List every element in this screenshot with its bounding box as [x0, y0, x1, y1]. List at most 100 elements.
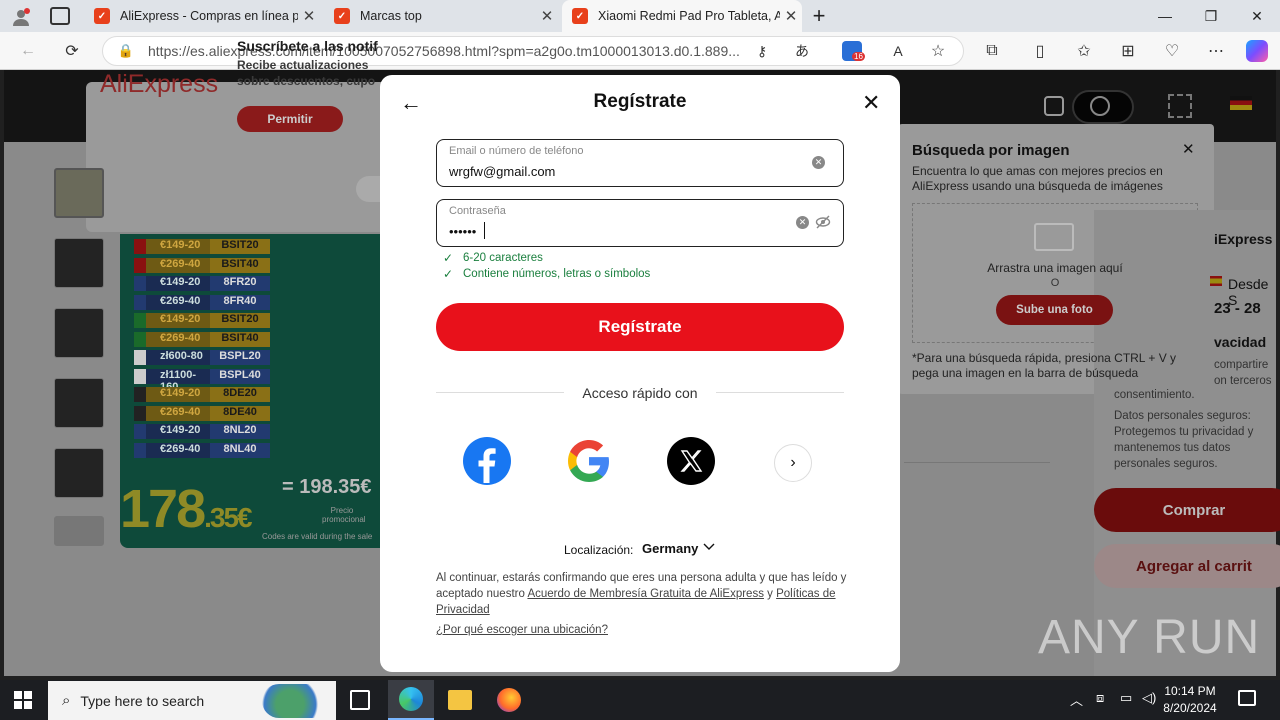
eye-hidden-icon[interactable]: [815, 214, 831, 230]
clock[interactable]: 10:14 PM 8/20/2024: [1150, 683, 1230, 717]
profile-icon[interactable]: [10, 6, 32, 28]
chevron-down-icon[interactable]: [702, 539, 716, 553]
file-explorer-icon[interactable]: [448, 690, 472, 710]
key-icon[interactable]: ⚷: [750, 40, 774, 62]
clear-email-icon[interactable]: ✕: [812, 156, 825, 169]
more-menu-icon[interactable]: ⋯: [1204, 40, 1228, 62]
promo-code-row: €149-20 8NL20: [134, 424, 270, 439]
split-screen-icon[interactable]: ▯: [1028, 40, 1052, 62]
google-login-icon[interactable]: [565, 437, 613, 485]
promo-amount: zł600-80: [146, 350, 210, 365]
promo-code-row: zł600-80 BSPL20: [134, 350, 270, 365]
text-cursor: [484, 222, 485, 239]
close-tab-icon[interactable]: ✕: [298, 7, 320, 25]
new-tab-button[interactable]: +: [808, 3, 830, 29]
close-tab-icon[interactable]: ✕: [780, 7, 802, 25]
search-icon: ⌕: [62, 692, 71, 709]
terms-text: Al continuar, estarás confirmando que er…: [436, 570, 848, 618]
news-widget-icon[interactable]: [262, 684, 332, 718]
tab-marcas-top[interactable]: ✓ Marcas top ✕: [324, 0, 558, 32]
privacy-text: compartire on terceros: [1214, 357, 1280, 389]
promo-code-row: €269-40 8NL40: [134, 442, 270, 458]
x-twitter-login-icon[interactable]: [667, 437, 715, 485]
collections-icon[interactable]: ⊞: [1116, 40, 1140, 62]
upload-photo-button[interactable]: Sube una foto: [996, 295, 1113, 325]
password-rule-chars: Contiene números, letras o símbolos: [463, 268, 651, 280]
gallery-thumb[interactable]: [54, 516, 104, 546]
system-tray-chevron-icon[interactable]: ︿: [1070, 690, 1083, 709]
gallery-thumb[interactable]: [54, 308, 104, 358]
promo-amount: €269-40: [146, 405, 210, 421]
aliexpress-logo: AliExpress: [100, 70, 219, 98]
membership-agreement-link[interactable]: Acuerdo de Membresía Gratuita de AliExpr…: [527, 588, 764, 600]
close-tab-icon[interactable]: ✕: [536, 7, 558, 25]
apps-grid-icon[interactable]: [1168, 94, 1192, 118]
favorite-star-icon[interactable]: ☆: [926, 40, 950, 62]
read-aloud-icon[interactable]: A: [886, 40, 910, 62]
windows-start-icon[interactable]: [14, 691, 32, 709]
gallery-thumb[interactable]: [54, 168, 104, 218]
promo-code-row: zł1100-160BSPL40: [134, 368, 270, 393]
minimize-icon[interactable]: —: [1142, 0, 1188, 32]
buy-now-button[interactable]: Comprar: [1094, 488, 1280, 532]
close-icon[interactable]: ✕: [862, 90, 880, 116]
modal-title: Regístrate: [593, 91, 687, 112]
tab-title: Marcas top: [360, 9, 422, 23]
promo-code: BSPL40: [210, 368, 270, 384]
tab-actions-icon[interactable]: [50, 7, 70, 25]
notifications-icon[interactable]: [1238, 690, 1256, 706]
email-label: Email o número de teléfono: [449, 145, 584, 157]
password-input[interactable]: ••••••: [449, 224, 476, 239]
subscribe-secondary-button[interactable]: [356, 176, 380, 202]
quick-access-label: Acceso rápido con: [582, 385, 698, 401]
edge-logo-icon: [399, 687, 423, 711]
firefox-icon[interactable]: [497, 688, 521, 712]
gallery-thumb[interactable]: [54, 238, 104, 288]
translate-icon[interactable]: あ: [790, 40, 814, 62]
clear-password-icon[interactable]: ✕: [796, 216, 809, 229]
header-flag-icon[interactable]: [1230, 96, 1252, 110]
performance-icon[interactable]: ♡: [1160, 40, 1184, 62]
edge-taskbar-icon[interactable]: [388, 680, 434, 720]
promo-amount: €149-20: [146, 424, 210, 439]
facebook-login-icon[interactable]: [463, 437, 511, 485]
store-name: iExpress: [1214, 231, 1273, 247]
promo-price-int: 178: [120, 479, 206, 539]
restore-icon[interactable]: ❐: [1188, 0, 1234, 32]
subscribe-title: Suscríbete a las notif: [237, 38, 378, 54]
clock-time: 10:14 PM: [1164, 684, 1216, 698]
add-to-cart-button[interactable]: Agregar al carrit: [1094, 544, 1280, 588]
why-location-link[interactable]: ¿Por qué escoger una ubicación?: [436, 624, 608, 636]
image-placeholder-icon: [1034, 223, 1074, 251]
secure-data-text: Datos personales seguros: Protegemos tu …: [1114, 410, 1254, 470]
location-select[interactable]: Germany: [642, 541, 698, 556]
network-icon[interactable]: ▭: [1120, 690, 1132, 706]
camera-search-icon[interactable]: [1044, 96, 1064, 116]
favorites-icon[interactable]: ✩: [1072, 40, 1096, 62]
promo-code-row: €149-20 8FR20: [134, 276, 270, 291]
allow-notifications-button[interactable]: Permitir: [237, 106, 343, 132]
refresh-icon[interactable]: ⟳: [60, 40, 84, 62]
copilot-icon[interactable]: [1246, 40, 1268, 62]
country-flag-icon: [134, 257, 146, 273]
promo-code: BSIT40: [210, 331, 270, 347]
gallery-thumb[interactable]: [54, 448, 104, 498]
country-flag-icon: [134, 387, 146, 402]
task-view-icon[interactable]: [350, 690, 370, 710]
tab-aliexpress-home[interactable]: ✓ AliExpress - Compras en línea pa ✕: [84, 0, 320, 32]
tray-device-icon[interactable]: ⧈: [1096, 690, 1104, 706]
tab-xiaomi-redmi[interactable]: ✓ Xiaomi Redmi Pad Pro Tableta, A ✕: [562, 0, 802, 32]
image-search-title: Búsqueda por imagen: [912, 142, 1070, 159]
more-options-chevron-icon[interactable]: ›: [774, 444, 812, 482]
image-search-close-icon[interactable]: ✕: [1182, 140, 1195, 158]
email-input[interactable]: wrgfw@gmail.com: [449, 164, 555, 179]
image-search-note: *Para una búsqueda rápida, presiona CTRL…: [912, 351, 1177, 380]
close-window-icon[interactable]: ✕: [1234, 0, 1280, 32]
register-button[interactable]: Regístrate: [436, 303, 844, 351]
gallery-thumb[interactable]: [54, 378, 104, 428]
extensions-icon[interactable]: ⧉: [980, 40, 1004, 62]
subscribe-popup: [86, 82, 386, 232]
country-flag-icon: [134, 350, 146, 365]
back-icon[interactable]: ←: [16, 40, 40, 62]
promo-amount: €149-20: [146, 313, 210, 328]
